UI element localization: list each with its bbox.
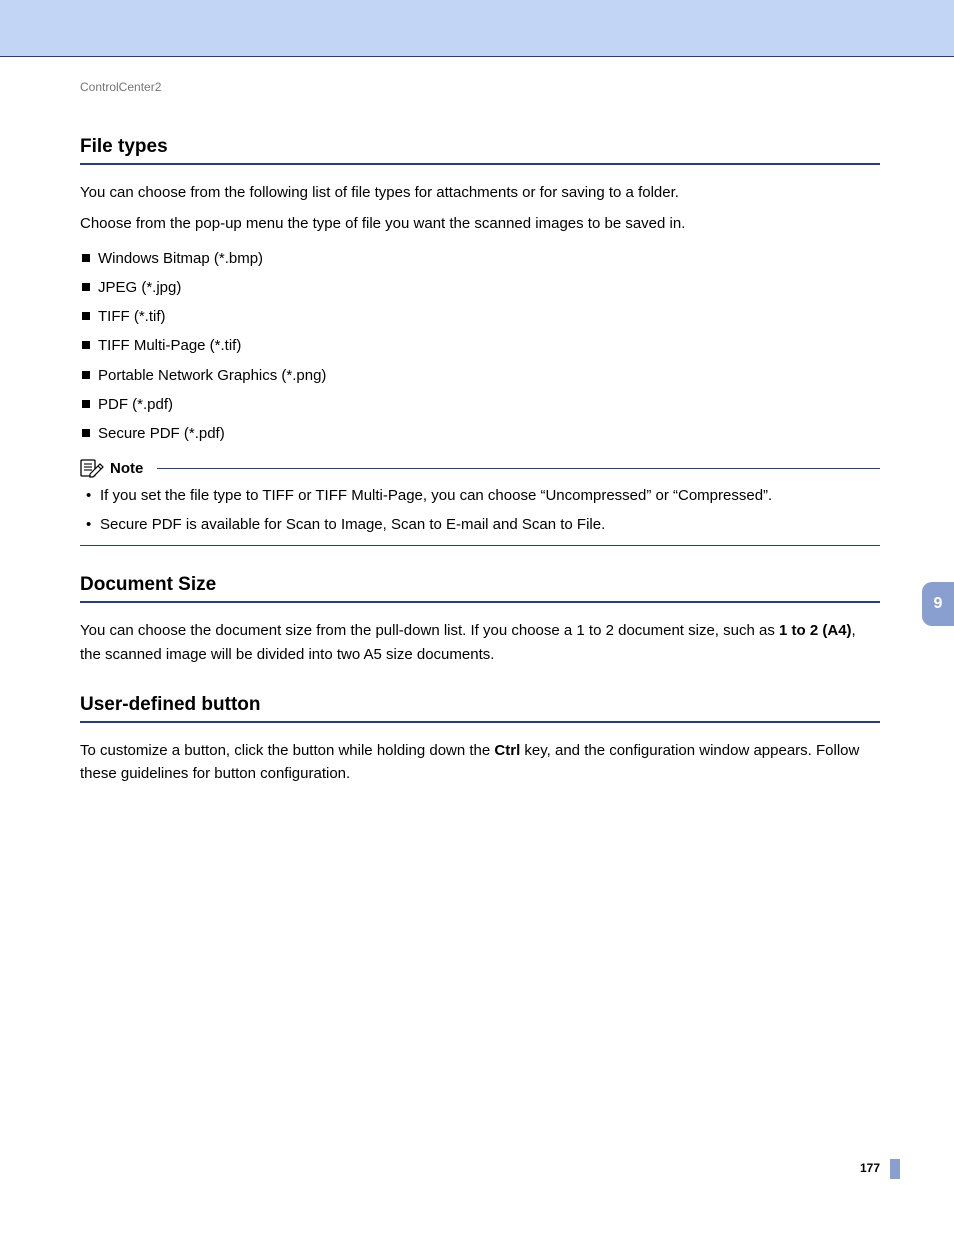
- section-rule: [80, 721, 880, 723]
- breadcrumb: ControlCenter2: [80, 80, 880, 94]
- list-item: Windows Bitmap (*.bmp): [80, 244, 880, 273]
- note-header-rule: [157, 468, 880, 469]
- list-item: If you set the file type to TIFF or TIFF…: [80, 482, 880, 511]
- document-size-para: You can choose the document size from th…: [80, 619, 880, 666]
- page-content: ControlCenter2 File types You can choose…: [80, 80, 880, 793]
- chapter-number: 9: [934, 595, 943, 613]
- note-pencil-icon: [80, 458, 104, 478]
- list-item: TIFF (*.tif): [80, 302, 880, 331]
- note-label: Note: [110, 460, 143, 477]
- chapter-tab: 9: [922, 582, 954, 626]
- text: You can choose the document size from th…: [80, 622, 779, 639]
- heading-document-size: Document Size: [80, 574, 880, 596]
- page-number: 177: [860, 1161, 880, 1175]
- list-item: JPEG (*.jpg): [80, 273, 880, 302]
- header-rule: [0, 56, 954, 57]
- heading-file-types: File types: [80, 136, 880, 158]
- bold-text: Ctrl: [494, 742, 520, 759]
- note-list: If you set the file type to TIFF or TIFF…: [80, 482, 880, 539]
- text: To customize a button, click the button …: [80, 742, 494, 759]
- section-rule: [80, 163, 880, 165]
- heading-user-defined-button: User-defined button: [80, 694, 880, 716]
- page-corner-mark: [890, 1159, 900, 1179]
- user-defined-button-para: To customize a button, click the button …: [80, 739, 880, 786]
- note-block: Note If you set the file type to TIFF or…: [80, 458, 880, 546]
- list-item: Secure PDF is available for Scan to Imag…: [80, 511, 880, 540]
- bold-text: 1 to 2 (A4): [779, 622, 852, 639]
- list-item: Portable Network Graphics (*.png): [80, 361, 880, 390]
- list-item: TIFF Multi-Page (*.tif): [80, 331, 880, 360]
- list-item: Secure PDF (*.pdf): [80, 419, 880, 448]
- file-types-para-1: You can choose from the following list o…: [80, 181, 880, 204]
- note-header: Note: [80, 458, 880, 478]
- section-rule: [80, 601, 880, 603]
- header-band: [0, 0, 954, 56]
- note-bottom-rule: [80, 545, 880, 546]
- file-types-list: Windows Bitmap (*.bmp) JPEG (*.jpg) TIFF…: [80, 244, 880, 449]
- list-item: PDF (*.pdf): [80, 390, 880, 419]
- file-types-para-2: Choose from the pop-up menu the type of …: [80, 212, 880, 235]
